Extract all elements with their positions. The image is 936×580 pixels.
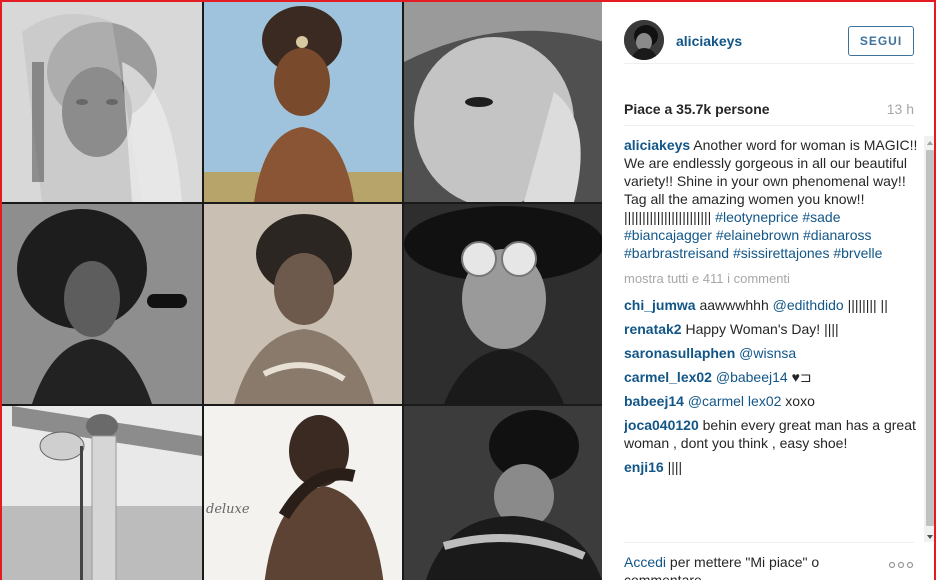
photo-tile-4: [2, 204, 202, 404]
post-info-panel: aliciakeys SEGUI Piace a 35.7k persone 1…: [602, 2, 934, 580]
follow-button[interactable]: SEGUI: [848, 26, 914, 56]
comment-suffix: xoxo: [781, 393, 815, 409]
comment-mention[interactable]: @babeej14: [716, 369, 788, 385]
comment-text: Happy Woman's Day! ||||: [685, 321, 839, 337]
comment-item: renatak2 Happy Woman's Day! ||||: [624, 320, 920, 338]
login-prompt: Accedi per mettere "Mi piace" o commenta…: [624, 553, 864, 580]
album-title: deluxe: [206, 502, 250, 517]
comment-suffix: |||||||| ||: [843, 297, 888, 313]
post-caption: aliciakeys Another word for woman is MAG…: [624, 136, 920, 262]
photo-collage[interactable]: deluxe: [2, 2, 604, 580]
scrollbar-thumb[interactable]: [926, 150, 934, 526]
photo-tile-7: [2, 406, 202, 580]
comment-item: saronasullaphen @wisnsa: [624, 344, 920, 362]
more-options-icon[interactable]: [888, 557, 914, 569]
post-footer: Accedi per mettere "Mi piace" o commenta…: [624, 542, 914, 580]
scroll-up-icon[interactable]: [924, 136, 934, 148]
username-link[interactable]: aliciakeys: [676, 33, 742, 49]
photo-tile-2: [204, 2, 402, 202]
comment-item: babeej14 @carmel lex02 xoxo: [624, 392, 920, 410]
comments-scrollbar[interactable]: [924, 136, 934, 542]
post-modal: deluxe aliciakeys SEGUI Piace a 35.7k pe…: [0, 0, 936, 580]
comment-username[interactable]: renatak2: [624, 321, 682, 337]
comment-username[interactable]: babeej14: [624, 393, 684, 409]
comment-mention[interactable]: @carmel lex02: [688, 393, 782, 409]
comment-suffix: ♥⊐: [787, 369, 812, 385]
photo-tile-5: [204, 204, 402, 404]
post-header: aliciakeys SEGUI: [624, 20, 914, 64]
comment-username[interactable]: enji16: [624, 459, 664, 475]
photo-tile-8: deluxe: [204, 406, 402, 580]
caption-username[interactable]: aliciakeys: [624, 137, 690, 153]
comment-item: chi_jumwa aawwwhhh @edithdido |||||||| |…: [624, 296, 920, 314]
avatar-icon[interactable]: [624, 20, 664, 60]
comment-mention[interactable]: @edithdido: [773, 297, 844, 313]
comments-list[interactable]: aliciakeys Another word for woman is MAG…: [624, 136, 920, 542]
post-time[interactable]: 13 h: [887, 101, 914, 117]
likes-count[interactable]: Piace a 35.7k persone: [624, 101, 770, 117]
photo-tile-9: [404, 406, 604, 580]
comment-item: enji16 ||||: [624, 458, 920, 476]
comment-username[interactable]: saronasullaphen: [624, 345, 735, 361]
photo-tile-6: [404, 204, 604, 404]
scroll-down-icon[interactable]: [924, 530, 934, 542]
comment-item: carmel_lex02 @babeej14 ♥⊐: [624, 368, 920, 386]
load-more-comments[interactable]: mostra tutti e 411 i commenti: [624, 270, 920, 288]
photo-tile-1: [2, 2, 202, 202]
comment-username[interactable]: chi_jumwa: [624, 297, 696, 313]
comment-text: aawwwhhh: [699, 297, 769, 313]
comment-text: ||||: [667, 459, 683, 475]
likes-row: Piace a 35.7k persone 13 h: [624, 92, 914, 126]
photo-tile-3: [404, 2, 604, 202]
comment-username[interactable]: joca040120: [624, 417, 699, 433]
comment-item: joca040120 behin every great man has a g…: [624, 416, 920, 452]
comment-username[interactable]: carmel_lex02: [624, 369, 712, 385]
login-link[interactable]: Accedi: [624, 554, 666, 570]
comment-mention[interactable]: @wisnsa: [739, 345, 796, 361]
